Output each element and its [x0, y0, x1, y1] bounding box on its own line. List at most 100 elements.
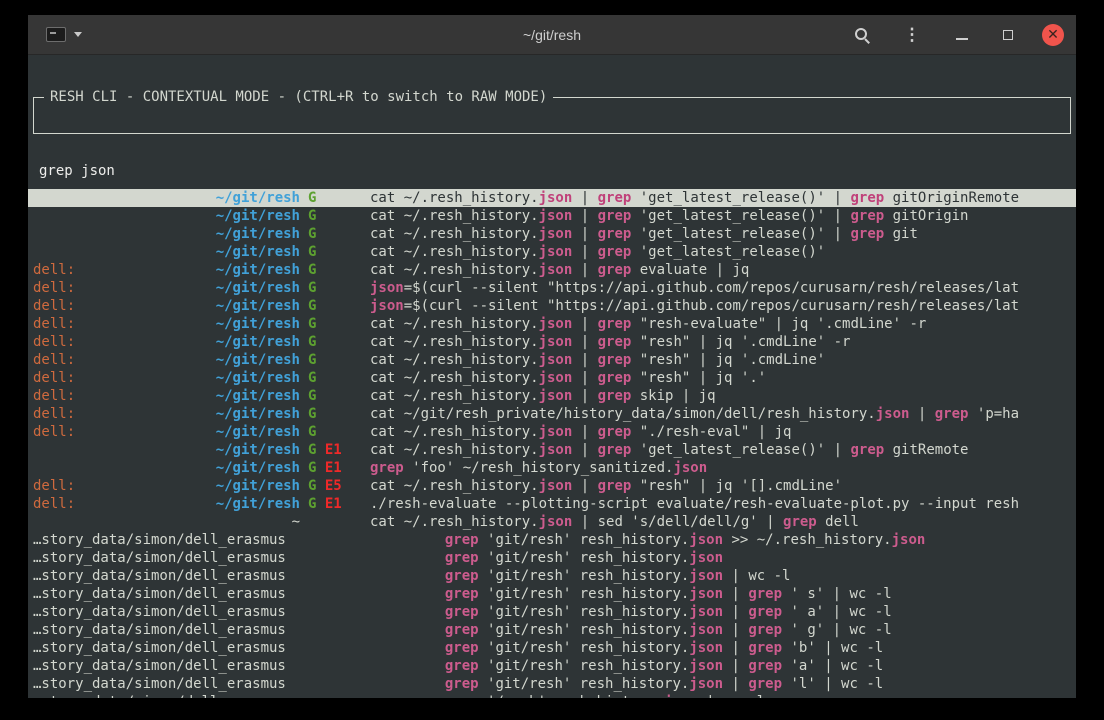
row-host: dell: [33, 351, 211, 369]
row-flags [375, 621, 445, 639]
row-host: dell: [33, 495, 211, 513]
row-command: cat ~/.resh_history.json | grep "resh-ev… [370, 315, 1071, 333]
row-flags [375, 675, 445, 693]
restore-button[interactable] [996, 23, 1020, 47]
menu-button[interactable]: ⋮ [900, 23, 924, 47]
history-row[interactable]: dell:~/git/reshGcat ~/.resh_history.json… [28, 369, 1076, 387]
row-flag-e5: E5 [325, 478, 342, 494]
row-directory: ~/git/resh [211, 423, 300, 441]
row-command: grep 'git/resh' resh_history.json | grep… [445, 639, 1071, 657]
row-flags [300, 513, 370, 531]
minimize-icon [956, 28, 969, 42]
history-row[interactable]: dell:~/git/reshGcat ~/.resh_history.json… [28, 351, 1076, 369]
history-row[interactable]: dell:~/git/reshGcat ~/git/resh_private/h… [28, 405, 1076, 423]
titlebar: ~/git/resh ⋮ ✕ [28, 15, 1076, 55]
row-flags: G [300, 351, 370, 369]
history-row[interactable]: …story_data/simon/dell_erasmusgrep 'git/… [28, 603, 1076, 621]
close-button[interactable]: ✕ [1042, 24, 1064, 46]
history-row[interactable]: ~/git/reshG E1grep 'foo' ~/resh_history_… [28, 459, 1076, 477]
row-directory [286, 621, 375, 639]
history-row[interactable]: …story_data/simon/dell_erasmus grep 'git/… [28, 675, 1076, 693]
row-host: dell: [33, 369, 211, 387]
history-row[interactable]: dell:~/git/reshGcat ~/.resh_history.json… [28, 387, 1076, 405]
history-row[interactable]: ~/git/reshGcat ~/.resh_history.json | gr… [28, 225, 1076, 243]
history-row[interactable]: ~cat ~/.resh_history.json | sed 's/dell/… [28, 513, 1076, 531]
row-flags: G [300, 423, 370, 441]
history-row[interactable]: …story_data/simon/dell_erasmusgrep '/res… [28, 693, 1076, 698]
chevron-down-icon [74, 32, 82, 37]
row-flag-g: G [308, 352, 316, 368]
row-context: …story_data/simon/dell_erasmus [33, 693, 286, 698]
row-flags [375, 531, 445, 549]
history-row[interactable]: dell:~/git/reshGjson=$(curl --silent "ht… [28, 297, 1076, 315]
history-row[interactable]: dell:~/git/reshGcat ~/.resh_history.json… [28, 423, 1076, 441]
history-row[interactable]: ~/git/reshG E1cat ~/.resh_history.json |… [28, 441, 1076, 459]
kebab-menu-icon: ⋮ [904, 26, 921, 43]
row-directory: ~/git/resh [211, 315, 300, 333]
row-context: …story_data/simon/dell_erasmus [33, 531, 286, 549]
row-directory: ~/git/resh [211, 297, 300, 315]
minimize-button[interactable] [950, 23, 974, 47]
row-context: …story_data/simon/dell_erasmus [33, 675, 286, 693]
row-host: dell: [33, 297, 211, 315]
row-flag-g: G [308, 370, 316, 386]
row-flags: G [300, 387, 370, 405]
row-flags [375, 567, 445, 585]
window-title: ~/git/resh [523, 27, 581, 43]
history-row[interactable]: …story_data/simon/dell_erasmus grep 'git/… [28, 657, 1076, 675]
search-query-input[interactable]: grep json [39, 162, 1065, 180]
terminal-app-icon [46, 27, 66, 42]
row-flags: G [300, 315, 370, 333]
row-flag-e1: E1 [325, 460, 342, 476]
row-context: …story_data/simon/dell_erasmus [33, 585, 286, 603]
row-command: grep 'git/resh' resh_history.json | grep… [445, 657, 1071, 675]
row-flags: G E1 [300, 459, 370, 477]
history-row[interactable]: ~/git/reshGcat ~/.resh_history.json | gr… [28, 243, 1076, 261]
history-row[interactable]: …story_data/simon/dell_erasmusgrep 'git/… [28, 585, 1076, 603]
row-directory: ~/git/resh [211, 225, 300, 243]
history-row[interactable]: dell:~/git/reshG E1./resh-evaluate --plo… [28, 495, 1076, 513]
row-directory [286, 693, 375, 698]
history-row[interactable]: dell:~/git/reshGjson=$(curl --silent "ht… [28, 279, 1076, 297]
history-row[interactable]: …story_data/simon/dell_erasmusgrep 'git/… [28, 531, 1076, 549]
row-command: json=$(curl --silent "https://api.github… [370, 279, 1071, 297]
search-button[interactable] [850, 23, 874, 47]
row-host: dell: [33, 405, 211, 423]
history-row[interactable]: dell:~/git/reshGcat ~/.resh_history.json… [28, 261, 1076, 279]
row-command: cat ~/.resh_history.json | grep "resh" |… [370, 333, 1071, 351]
history-row[interactable]: …story_data/simon/dell_erasmus grep 'git/… [28, 567, 1076, 585]
row-flags: G [300, 279, 370, 297]
history-row[interactable]: …story_data/simon/dell_erasmusgrep 'git/… [28, 621, 1076, 639]
row-command: grep 'git/resh' resh_history.json | wc -… [445, 567, 1071, 585]
row-flags: G [300, 261, 370, 279]
row-command: cat ~/.resh_history.json | grep 'get_lat… [370, 441, 1071, 459]
row-directory: ~/git/resh [211, 459, 300, 477]
terminal-content: RESH CLI - CONTEXTUAL MODE - (CTRL+R to … [28, 56, 1076, 698]
row-context: …story_data/simon/dell_erasmus [33, 657, 286, 675]
row-flag-g: G [308, 388, 316, 404]
row-host: dell: [33, 333, 211, 351]
row-flag-g: G [308, 460, 316, 476]
row-directory: ~/git/resh [211, 387, 300, 405]
row-flag-g: G [308, 442, 316, 458]
history-row[interactable]: …story_data/simon/dell_erasmusgrep 'git/… [28, 639, 1076, 657]
history-row[interactable]: …story_data/simon/dell_erasmusgrep 'git/… [28, 549, 1076, 567]
history-row[interactable]: dell:~/git/reshG E5cat ~/.resh_history.j… [28, 477, 1076, 495]
row-context: …story_data/simon/dell_erasmus [33, 567, 286, 585]
row-flags: G [300, 333, 370, 351]
history-row[interactable]: dell:~/git/reshGcat ~/.resh_history.json… [28, 333, 1076, 351]
row-host: dell: [33, 315, 211, 333]
row-directory: ~/git/resh [211, 441, 300, 459]
row-flag-g: G [308, 226, 316, 242]
history-row[interactable]: dell:~/git/reshGcat ~/.resh_history.json… [28, 315, 1076, 333]
row-flag-g: G [308, 406, 316, 422]
row-command: grep 'git/resh' resh_history.json | grep… [445, 675, 1071, 693]
row-context [33, 441, 211, 459]
search-icon [854, 27, 870, 43]
resh-header-box: RESH CLI - CONTEXTUAL MODE - (CTRL+R to … [33, 97, 1071, 134]
new-terminal-button[interactable] [40, 23, 88, 46]
row-host: dell: [33, 279, 211, 297]
row-flags: G [300, 405, 370, 423]
row-command: cat ~/.resh_history.json | grep skip | j… [370, 387, 1071, 405]
row-directory: ~/git/resh [211, 495, 300, 513]
